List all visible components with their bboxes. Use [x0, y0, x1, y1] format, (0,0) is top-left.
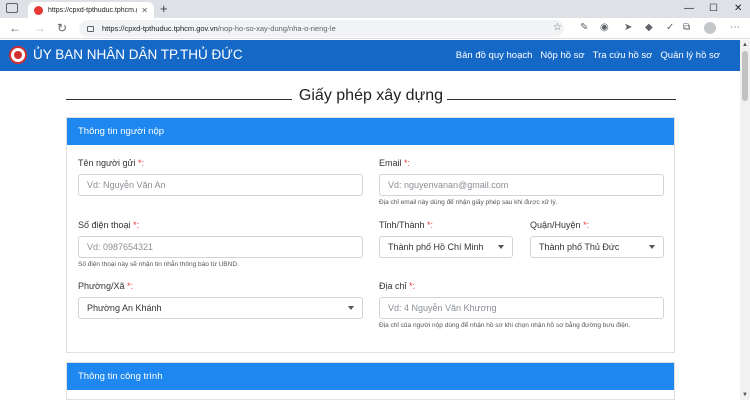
forward-icon[interactable]: → [34, 21, 46, 35]
nav-ban-do-quy-hoach[interactable]: Bản đồ quy hoạch [456, 50, 533, 61]
district-value: Thành phố Thủ Đức [539, 242, 620, 252]
profile-avatar[interactable] [704, 22, 716, 34]
extension-icon[interactable]: ◉ [600, 22, 609, 34]
tab-actions-icon[interactable] [6, 3, 18, 13]
url-path: /nop-ho-so-xay-dung/nha-o-rieng-le [217, 24, 336, 33]
card-header: Thông tin người nộp [67, 118, 674, 145]
ubnd-logo[interactable] [9, 46, 27, 64]
scroll-down-icon[interactable]: ▼ [742, 392, 748, 398]
tab-title: https://cpxd-tpthuduc.tphcm.gov.vn/ [48, 6, 137, 14]
maximize-icon[interactable]: ☐ [709, 2, 718, 16]
applicant-info-card: Thông tin người nộp Tên người gửi *: Ema… [66, 117, 675, 353]
province-select[interactable]: Thành phố Hồ Chí Minh [379, 236, 513, 258]
reload-icon[interactable]: ↻ [57, 21, 67, 35]
heading-divider-right [447, 99, 676, 100]
browser-tabstrip: https://cpxd-tpthuduc.tphcm.gov.vn/ ✕ + … [0, 0, 750, 18]
address-input[interactable] [379, 297, 664, 319]
page-title: Giấy phép xây dựng [298, 87, 444, 104]
scroll-up-icon[interactable]: ▲ [742, 42, 748, 48]
back-icon[interactable]: ← [9, 21, 21, 35]
district-label: Quận/Huyện *: [530, 220, 590, 230]
browser-tab[interactable]: https://cpxd-tpthuduc.tphcm.gov.vn/ ✕ [28, 2, 154, 18]
site-header: ỦY BAN NHÂN DÂN TP.THỦ ĐỨC Bản đồ quy ho… [0, 40, 740, 71]
email-help-text: Địa chỉ email này dùng để nhận giấy phép… [379, 199, 558, 206]
lock-icon [87, 25, 94, 32]
scroll-thumb[interactable] [742, 51, 748, 101]
new-tab-icon[interactable]: + [160, 1, 168, 17]
minimize-icon[interactable]: — [684, 2, 694, 16]
site-title[interactable]: ỦY BAN NHÂN DÂN TP.THỦ ĐỨC [33, 47, 243, 62]
page-heading: Giấy phép xây dựng [66, 85, 676, 107]
close-tab-icon[interactable]: ✕ [141, 6, 148, 15]
email-label: Email *: [379, 158, 411, 168]
more-menu-icon[interactable]: ⋯ [730, 22, 740, 34]
ward-label: Phường/Xã *: [78, 281, 133, 291]
address-help-text: Địa chỉ của người nộp dùng để nhận hồ sơ… [379, 322, 631, 329]
extension-check-icon[interactable]: ✓ [666, 22, 674, 34]
favorite-star-icon[interactable]: ☆ [553, 22, 562, 34]
email-input[interactable] [379, 174, 664, 196]
browser-toolbar: ← → ↻ https://cpxd-tpthuduc.tphcm.gov.vn… [0, 18, 750, 39]
phone-label: Số điện thoại *: [78, 220, 140, 230]
ward-select[interactable]: Phường An Khánh [78, 297, 363, 319]
extension-shield-icon[interactable]: ◆ [645, 22, 653, 34]
url-host: https://cpxd-tpthuduc.tphcm.gov.vn [102, 24, 218, 33]
nav-quan-ly-ho-so[interactable]: Quản lý hồ sơ [660, 50, 720, 61]
nav-nop-ho-so[interactable]: Nộp hồ sơ [540, 50, 584, 61]
chevron-down-icon [649, 245, 655, 249]
sender-name-input[interactable] [78, 174, 363, 196]
close-window-icon[interactable]: ✕ [734, 2, 742, 16]
ward-value: Phường An Khánh [87, 303, 162, 313]
address-label: Địa chỉ *: [379, 281, 416, 291]
sender-name-label: Tên người gửi *: [78, 158, 145, 168]
extension-arrow-icon[interactable]: ➤ [624, 22, 632, 34]
page-scrollbar[interactable]: ▲ ▼ [740, 40, 750, 400]
phone-input[interactable] [78, 236, 363, 258]
chevron-down-icon [498, 245, 504, 249]
card-header: Thông tin công trình [67, 363, 674, 390]
phone-help-text: Số điện thoại này sẽ nhận tin nhắn thông… [78, 261, 239, 268]
province-value: Thành phố Hồ Chí Minh [388, 242, 484, 252]
province-label: Tỉnh/Thành *: [379, 220, 434, 230]
district-select[interactable]: Thành phố Thủ Đức [530, 236, 664, 258]
extension-dropper-icon[interactable]: ✎ [580, 22, 588, 34]
collections-icon[interactable]: ⧉ [683, 22, 690, 34]
section-title: Thông tin công trình [78, 371, 163, 382]
section-title: Thông tin người nộp [78, 126, 165, 137]
project-info-card: Thông tin công trình [66, 362, 675, 400]
address-bar[interactable]: https://cpxd-tpthuduc.tphcm.gov.vn/nop-h… [79, 20, 564, 37]
site-nav: Bản đồ quy hoạch Nộp hồ sơ Tra cứu hồ sơ… [456, 50, 720, 61]
site-favicon-icon [34, 5, 43, 15]
chevron-down-icon [348, 306, 354, 310]
nav-tra-cuu-ho-so[interactable]: Tra cứu hồ sơ [593, 50, 653, 61]
